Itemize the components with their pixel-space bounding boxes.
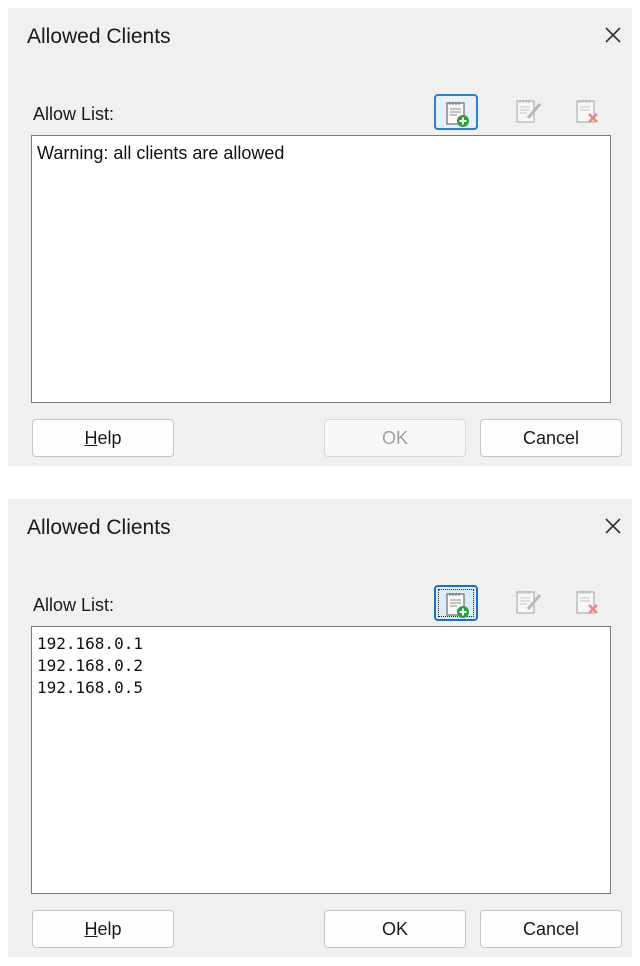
dialog-title: Allowed Clients [27,516,171,539]
cancel-button[interactable]: Cancel [480,419,622,457]
list-item: Warning: all clients are allowed [37,143,285,163]
help-label: elp [97,919,122,939]
help-accelerator: H [84,428,98,448]
edit-item-icon [516,591,542,614]
cancel-label: Cancel [522,919,580,939]
ok-label: OK [381,428,408,448]
ok-button[interactable]: OK [324,910,466,948]
close-icon [605,518,621,534]
add-item-icon [446,593,469,618]
add-item-icon [446,102,469,127]
list-item[interactable]: 192.168.0.2 [37,655,605,677]
allow-list-label: Allow List: [33,104,115,124]
delete-client-button[interactable] [566,585,610,621]
allowed-clients-dialog: Allowed Clients Allow List: [8,499,632,957]
close-icon [605,27,621,43]
edit-item-icon [516,100,542,123]
help-accelerator: H [84,919,98,939]
list-item[interactable]: 192.168.0.1 [37,633,605,655]
edit-client-button[interactable] [506,585,550,621]
add-client-button[interactable] [434,94,478,130]
help-button[interactable]: Help [32,419,174,457]
allow-list-box[interactable]: Warning: all clients are allowed [31,135,611,403]
close-button[interactable] [598,511,628,541]
allow-list-box[interactable]: 192.168.0.1 192.168.0.2 192.168.0.5 [31,626,611,894]
allow-list-label: Allow List: [33,595,115,615]
dialog-title: Allowed Clients [27,25,171,48]
cancel-button[interactable]: Cancel [480,910,622,948]
help-button[interactable]: Help [32,910,174,948]
close-button[interactable] [598,20,628,50]
edit-client-button[interactable] [506,94,550,130]
delete-item-icon [576,100,598,123]
cancel-label: Cancel [522,428,580,448]
delete-item-icon [576,591,598,614]
add-client-button[interactable] [434,585,478,621]
ok-label: OK [381,919,408,939]
allowed-clients-dialog: Allowed Clients Allow List: [8,8,632,466]
help-label: elp [97,428,122,448]
list-item[interactable]: 192.168.0.5 [37,677,605,699]
ok-button[interactable]: OK [324,419,466,457]
delete-client-button[interactable] [566,94,610,130]
